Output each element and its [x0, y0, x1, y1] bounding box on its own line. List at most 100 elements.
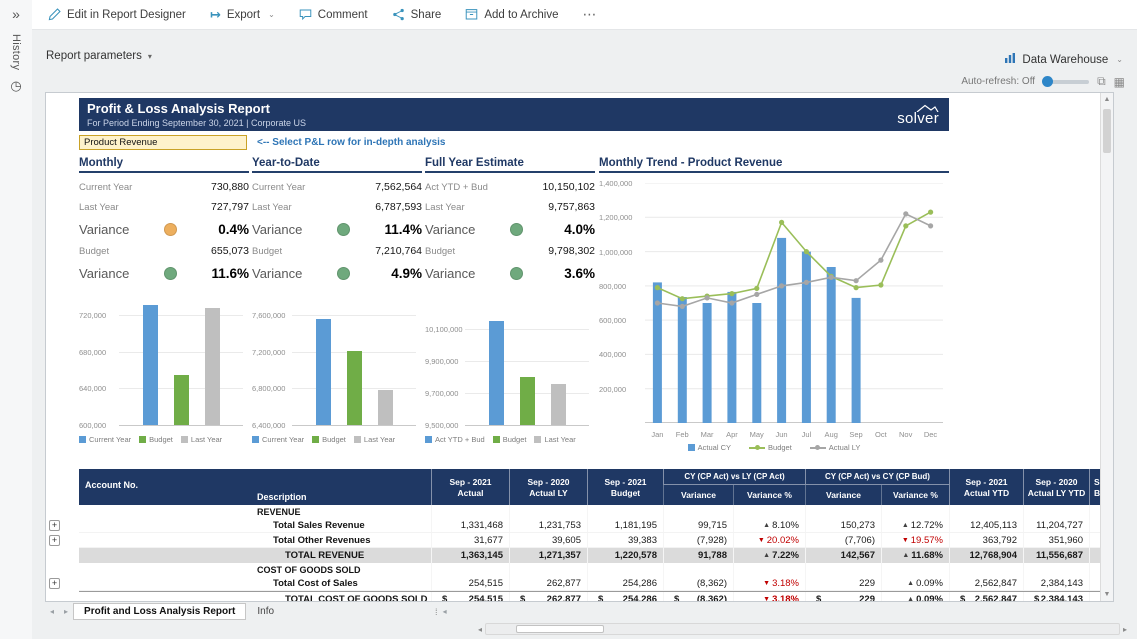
kpi-rows: Current Year 730,880 Last Year 727,797 Varia… — [79, 177, 249, 285]
table-row[interactable]: REVENUE — [79, 505, 1100, 518]
export-button[interactable]: ↦ Export ⌄ — [210, 7, 275, 23]
table-cell: 39,383 — [587, 533, 663, 547]
data-warehouse-dropdown[interactable]: Data Warehouse ⌄ — [1004, 52, 1123, 67]
history-clock-icon[interactable]: ◷ — [10, 78, 21, 94]
kpi-row: Current Year 730,880 — [79, 181, 249, 193]
table-cell: 1,231,753 — [509, 518, 587, 532]
y-tick-label: 1,400,000 — [599, 179, 633, 188]
outline-expand-button[interactable]: + — [49, 578, 60, 589]
grid-view-icon[interactable]: ▦ — [1114, 75, 1125, 89]
table-cell — [663, 563, 733, 576]
kpi-variance-row: Variance 0.4% — [79, 221, 249, 237]
table-cell — [431, 505, 509, 518]
y-tick-label: 1,200,000 — [599, 213, 633, 223]
history-panel-label[interactable]: History — [10, 34, 22, 70]
report-content: Profit & Loss Analysis Report For Period… — [46, 93, 1100, 601]
y-tick-label: 720,000 — [79, 311, 107, 321]
report-title: Profit & Loss Analysis Report — [87, 101, 270, 116]
currency-cell: $2,562,847 — [949, 592, 1023, 601]
open-window-icon[interactable]: ⧉ — [1097, 74, 1106, 89]
bar-budget — [519, 377, 535, 425]
table-cell: 254,286 — [587, 576, 663, 590]
y-tick-label: 200,000 — [599, 384, 627, 394]
square-swatch-icon — [79, 436, 86, 443]
x-tick-label: May — [749, 430, 764, 439]
kpi-rows: Act YTD + Bud 10,150,102 Last Year 9,757,86… — [425, 177, 595, 285]
panel-full-year-estimate: Full Year Estimate Act YTD + Bud 10,150,1… — [425, 157, 595, 444]
chart-legend: Actual CY Budget Actual LY — [599, 443, 949, 452]
bar-budget — [346, 350, 362, 425]
pl-row-selector-input[interactable]: Product Revenue — [79, 134, 247, 150]
kpi-row: Last Year 6,787,593 — [252, 201, 422, 213]
tab-scroll-right-button[interactable]: ▸ — [59, 603, 73, 620]
table-row[interactable]: TOTAL REVENUE 1,363,145 1,271,357 1,220,578… — [79, 548, 1100, 563]
square-swatch-icon — [534, 436, 542, 443]
comment-button[interactable]: Comment — [299, 8, 368, 21]
outline-expand-button[interactable]: + — [49, 535, 60, 546]
status-dot-icon — [510, 266, 523, 280]
table-cell — [881, 505, 949, 518]
table-row[interactable]: TOTAL COST OF GOODS SOLD $254,515 $262,877… — [79, 591, 1100, 601]
caret-down-icon: ▾ — [147, 51, 152, 61]
x-tick-label: Oct — [875, 430, 887, 439]
table-row[interactable]: Total Cost of Sales 254,515 262,877 254,286… — [79, 576, 1100, 591]
column-subheader: Variance % — [881, 485, 949, 505]
selector-hint-text: <-- Select P&L row for in-depth analysis — [257, 136, 446, 148]
outline-expand-button[interactable]: + — [49, 520, 60, 531]
collapse-panel-icon[interactable]: » — [12, 6, 20, 22]
square-swatch-icon — [180, 436, 188, 443]
kpi-row: Budget 9,798,302 — [425, 245, 595, 257]
pl-table: Account No. Description Sep - 2021 Actual Se… — [79, 469, 1100, 601]
table-cell — [663, 505, 733, 518]
tab-area-left-button[interactable]: ◂ — [438, 603, 452, 620]
edit-in-report-designer-button[interactable]: Edit in Report Designer — [48, 8, 186, 21]
y-tick-label: 9,700,000 — [425, 389, 459, 398]
horizontal-scrollbar[interactable]: ◂ ▸ — [478, 622, 1127, 636]
column-header: Sep - 2021 Actual YTD — [949, 469, 1023, 505]
add-to-archive-button[interactable]: Add to Archive — [465, 8, 558, 21]
column-header: Sep - 2021 Budget — [587, 469, 663, 505]
x-tick-label: Feb — [675, 430, 689, 439]
table-row[interactable]: Total Other Revenues 31,677 39,605 39,383 (7… — [79, 533, 1100, 548]
legend-item: Budget — [492, 435, 526, 444]
more-dots-icon: ⋯ — [582, 6, 598, 22]
horizontal-scroll-thumb[interactable] — [516, 625, 605, 633]
table-cell — [1089, 518, 1100, 532]
table-cell: 229 — [805, 576, 881, 590]
scroll-right-button[interactable]: ▸ — [1123, 625, 1127, 634]
table-header: Account No. Description Sep - 2021 Actual Se… — [79, 469, 1100, 505]
more-options-button[interactable]: ⋯ — [582, 6, 597, 23]
legend-item: Actual CY — [687, 443, 731, 452]
header-account-no: Account No. — [85, 480, 138, 490]
table-cell: 142,567 — [805, 548, 881, 563]
table-cell: 1,220,578 — [587, 548, 663, 563]
scroll-up-button[interactable]: ▲ — [1101, 96, 1113, 103]
horizontal-scroll-track[interactable] — [485, 623, 1120, 635]
chevron-down-icon: ⌄ — [268, 10, 275, 19]
tab-info[interactable]: Info — [246, 603, 285, 620]
toggle-knob[interactable] — [1042, 75, 1054, 87]
table-row[interactable]: Total Sales Revenue 1,331,468 1,231,753 1,1… — [79, 518, 1100, 533]
tab-profit-and-loss-analysis-report[interactable]: Profit and Loss Analysis Report — [73, 603, 247, 620]
table-cell — [1089, 533, 1100, 547]
scroll-down-button[interactable]: ▼ — [1101, 591, 1113, 598]
legend-item: Budget — [312, 435, 346, 444]
legend-item: Actual LY — [809, 443, 860, 452]
sheet-tab-bar: ◂ ▸ Profit and Loss Analysis Report Info… — [45, 603, 452, 620]
share-button[interactable]: Share — [392, 8, 441, 21]
report-parameters-dropdown[interactable]: Report parameters ▾ — [46, 50, 152, 62]
table-cell: 31,677 — [431, 533, 509, 547]
scroll-left-button[interactable]: ◂ — [478, 625, 482, 634]
edit-label: Edit in Report Designer — [67, 8, 186, 21]
auto-refresh-toggle[interactable] — [1042, 75, 1090, 87]
table-row[interactable]: COST OF GOODS SOLD — [79, 563, 1100, 576]
up-arrow-icon: ▲ — [901, 521, 909, 529]
tab-scroll-left-button[interactable]: ◂ — [45, 603, 59, 620]
vertical-scroll-thumb[interactable] — [1103, 109, 1111, 153]
table-cell: 363,792 — [949, 533, 1023, 547]
table-cell — [1089, 592, 1100, 601]
vertical-scrollbar[interactable]: ▲ ▼ — [1100, 93, 1113, 601]
bar-chart-icon — [1004, 52, 1016, 67]
table-cell: 351,960 — [1023, 533, 1089, 547]
comment-label: Comment — [317, 8, 368, 21]
